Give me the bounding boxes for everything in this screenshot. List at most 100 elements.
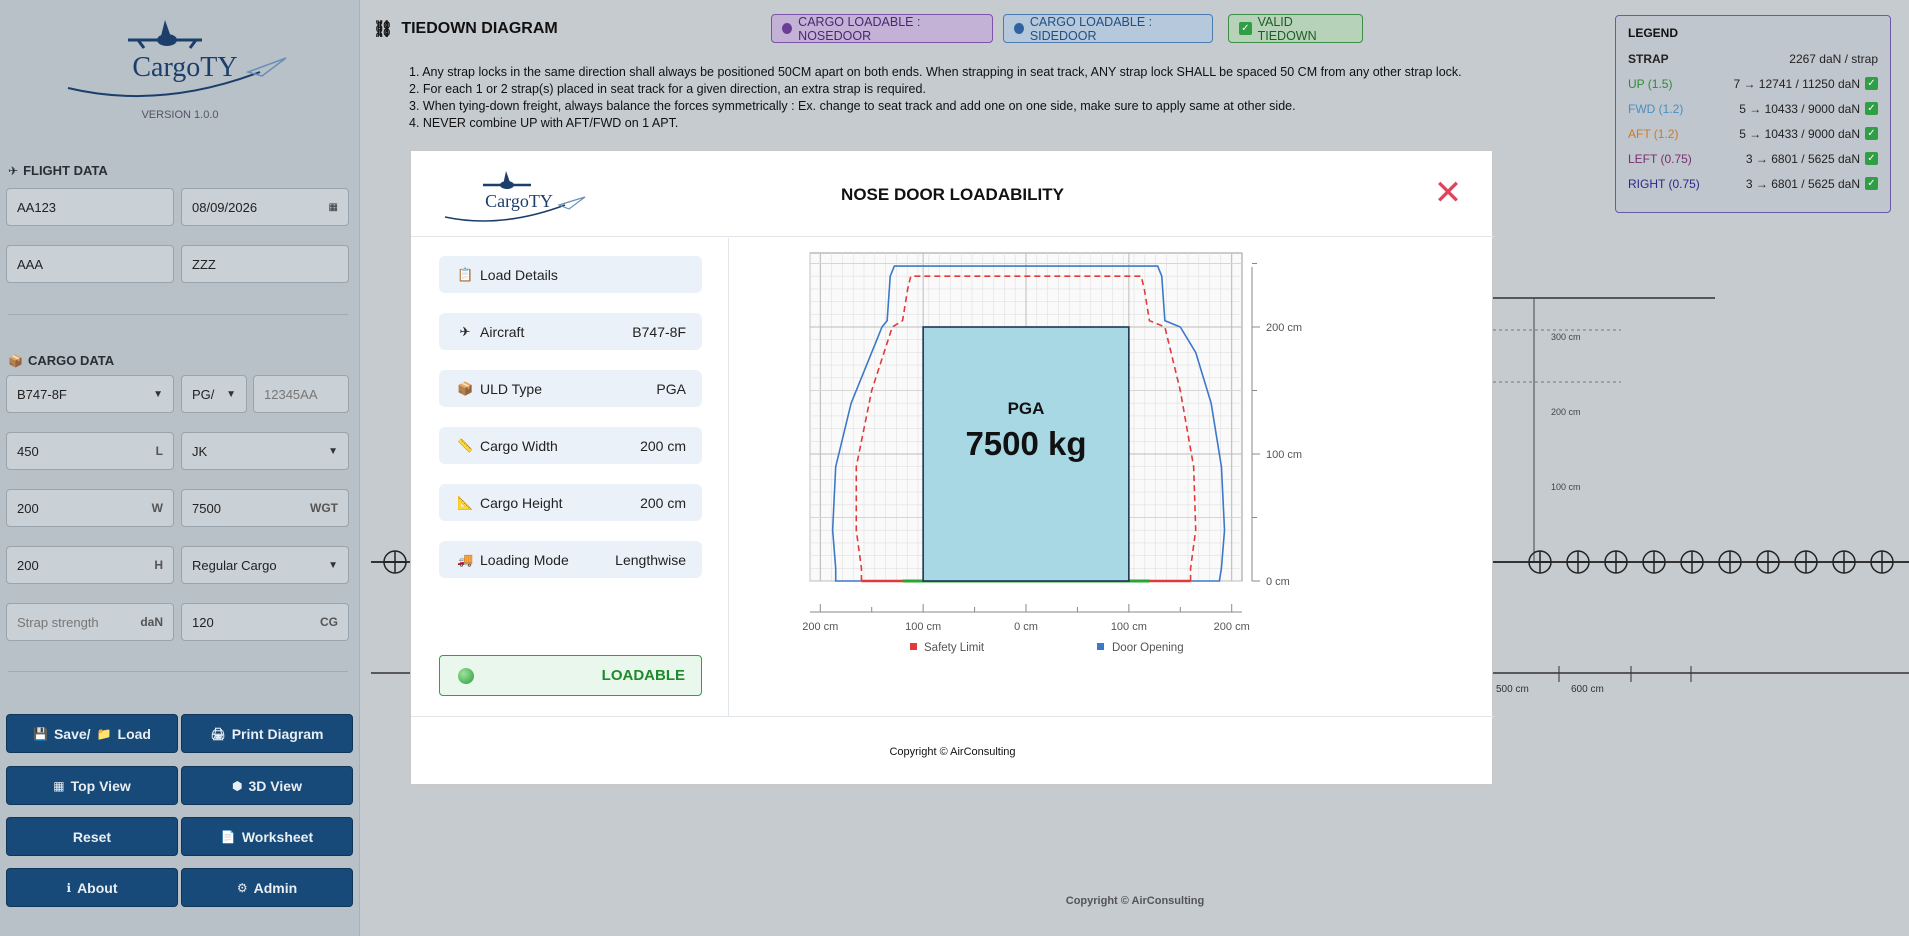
version-label: VERSION 1.0.0 <box>141 109 219 121</box>
info-icon: ℹ <box>66 880 72 895</box>
checkmark-icon: ✓ <box>1865 152 1878 165</box>
legend-row: UP (1.5) 7 → 12741 / 11250 daN ✓ <box>1628 71 1878 96</box>
legend-safety-label: Safety Limit <box>924 642 985 654</box>
rule-line: 3. When tying-down freight, always balan… <box>409 99 1296 113</box>
detail-card-load-details: 📋 Load Details <box>439 256 702 293</box>
origin-input[interactable]: AAA <box>6 245 174 283</box>
cg-input[interactable]: 120 CG <box>181 603 349 641</box>
checkmark-icon: ✓ <box>1865 177 1878 190</box>
strap-strength-input[interactable]: Strap strength daN <box>6 603 174 641</box>
checkmark-icon: ✓ <box>1865 127 1878 140</box>
save-icon: 💾 <box>33 726 48 741</box>
aircraft-select[interactable]: B747-8F ▼ <box>6 375 174 413</box>
page-copyright: Copyright © AirConsulting <box>1065 895 1205 907</box>
legend-row: AFT (1.2) 5 → 10433 / 9000 daN ✓ <box>1628 121 1878 146</box>
nosedoor-status-pill[interactable]: CARGO LOADABLE : NOSEDOOR <box>771 14 993 43</box>
x-tick-label: 200 cm <box>802 621 838 633</box>
ruler-icon: 📏 <box>457 437 474 453</box>
legend-row: LEFT (0.75) 3 → 6801 / 5625 daN ✓ <box>1628 146 1878 171</box>
clipboard-icon: 📋 <box>457 266 474 282</box>
bg-label: 500 cm <box>1496 684 1529 695</box>
about-button[interactable]: ℹ About <box>6 868 178 907</box>
cargo-uld-label: PGA <box>1008 399 1045 418</box>
cargo-weight-label: 7500 kg <box>965 425 1086 462</box>
width-input[interactable]: 200 W <box>6 489 174 527</box>
uld-number-input[interactable]: 12345AA <box>253 375 349 413</box>
rule-line: 2. For each 1 or 2 strap(s) placed in se… <box>409 82 926 96</box>
package-icon: 📦 <box>457 380 474 396</box>
legend-door-label: Door Opening <box>1112 642 1184 654</box>
reset-button[interactable]: Reset <box>6 817 178 856</box>
flight-number-input[interactable]: AA123 <box>6 188 174 226</box>
detail-card-aircraft: ✈ Aircraft B747-8F <box>439 313 702 350</box>
cube-icon: ⬢ <box>232 778 243 793</box>
valid-tiedown-pill[interactable]: ✓ VALID TIEDOWN <box>1228 14 1363 43</box>
detail-card-uld-type: 📦 ULD Type PGA <box>439 370 702 407</box>
loadability-chart: PGA 7500 kg 0 cm 100 cm 200 cm 200 cm 100 cm 0 … <box>802 252 1302 654</box>
tiedown-rules: 1. Any strap locks in the same direction… <box>409 64 1462 132</box>
legend-door-swatch <box>1097 643 1104 650</box>
airplane-icon: ✈ <box>8 163 19 178</box>
chevron-down-icon: ▼ <box>153 388 163 400</box>
x-tick-label: 100 cm <box>1111 621 1147 633</box>
detail-card-cargo-height: 📐 Cargo Height 200 cm <box>439 484 702 521</box>
flight-data-title: ✈ FLIGHT DATA <box>8 163 108 178</box>
bg-label: 300 cm <box>1551 332 1581 342</box>
3d-view-button[interactable]: ⬢ 3D View <box>181 766 353 805</box>
length-input[interactable]: 450 L <box>6 432 174 470</box>
print-diagram-button[interactable]: 🖨 Print Diagram <box>181 714 353 753</box>
modal-title: NOSE DOOR LOADABILITY <box>841 185 1064 204</box>
legend-title: LEGEND <box>1628 26 1679 40</box>
top-view-button[interactable]: ▦ Top View <box>6 766 178 805</box>
y-tick-label: 100 cm <box>1266 449 1302 461</box>
legend-row: RIGHT (0.75) 3 → 6801 / 5625 daN ✓ <box>1628 171 1878 196</box>
package-icon: 📦 <box>8 353 23 368</box>
chevron-down-icon: ▼ <box>226 388 236 400</box>
status-indicator-icon <box>458 667 474 684</box>
document-icon: 📄 <box>220 829 236 844</box>
uld-select[interactable]: PG/▼ <box>181 375 247 413</box>
close-icon[interactable]: ✕ <box>1431 176 1465 211</box>
detail-card-cargo-width: 📏 Cargo Width 200 cm <box>439 427 702 464</box>
bg-label: 600 cm <box>1571 684 1604 695</box>
loadable-status: LOADABLE <box>439 655 702 696</box>
x-tick-label: 0 cm <box>1014 621 1038 633</box>
checkmark-icon: ✓ <box>1865 77 1878 90</box>
svg-text:CargoTY: CargoTY <box>132 52 237 83</box>
cargo-type-select[interactable]: Regular Cargo ▼ <box>181 546 349 584</box>
sidebar: CargoTY VERSION 1.0.0 ✈ FLIGHT DATA AA12… <box>0 0 360 936</box>
nose-door-loadability-modal: CargoTY NOSE DOOR LOADABILITY ✕ 📋 Load De… <box>410 150 1494 785</box>
x-tick-label: 200 cm <box>1214 621 1250 633</box>
triangle-ruler-icon: 📐 <box>457 494 474 510</box>
tiedown-title: ⛓ TIEDOWN DIAGRAM <box>373 20 558 38</box>
chevron-down-icon: ▼ <box>328 445 338 457</box>
legend-row: FWD (1.2) 5 → 10433 / 9000 daN ✓ <box>1628 96 1878 121</box>
modal-header: CargoTY NOSE DOOR LOADABILITY ✕ <box>411 151 1494 237</box>
bg-label: 100 cm <box>1551 482 1581 492</box>
cargoty-logo: CargoTY <box>67 20 287 97</box>
chevron-down-icon: ▼ <box>328 559 338 571</box>
gear-icon: ⚙ <box>236 880 248 895</box>
truck-icon: 🚚 <box>457 551 474 567</box>
destination-input[interactable]: ZZZ <box>181 245 349 283</box>
flight-date-input[interactable]: 08/09/2026 ▦ <box>181 188 349 226</box>
height-input[interactable]: 200 H <box>6 546 174 584</box>
cargo-data-title: 📦 CARGO DATA <box>8 353 115 368</box>
worksheet-button[interactable]: 📄 Worksheet <box>181 817 353 856</box>
contour-select[interactable]: JK ▼ <box>181 432 349 470</box>
folder-icon: 📁 <box>96 726 112 741</box>
y-tick-label: 0 cm <box>1266 576 1290 588</box>
rule-line: 1. Any strap locks in the same direction… <box>409 65 1462 79</box>
rule-line: 4. NEVER combine UP with AFT/FWD on 1 AP… <box>409 116 679 130</box>
weight-input[interactable]: 7500 WGT <box>181 489 349 527</box>
save-load-button[interactable]: 💾 Save/📁 Load <box>6 714 178 753</box>
printer-icon: 🖨 <box>210 726 226 741</box>
sidedoor-status-pill[interactable]: CARGO LOADABLE : SIDEDOOR <box>1003 14 1213 43</box>
x-tick-label: 100 cm <box>905 621 941 633</box>
calendar-icon[interactable]: ▦ <box>329 202 338 213</box>
legend-panel: LEGEND STRAP 2267 daN / strap UP (1.5) 7 … <box>1615 15 1891 213</box>
airplane-icon: ✈ <box>459 323 471 339</box>
legend-strap-row: STRAP 2267 daN / strap <box>1628 51 1878 66</box>
admin-button[interactable]: ⚙ Admin <box>181 868 353 907</box>
legend-safety-swatch <box>910 643 917 650</box>
